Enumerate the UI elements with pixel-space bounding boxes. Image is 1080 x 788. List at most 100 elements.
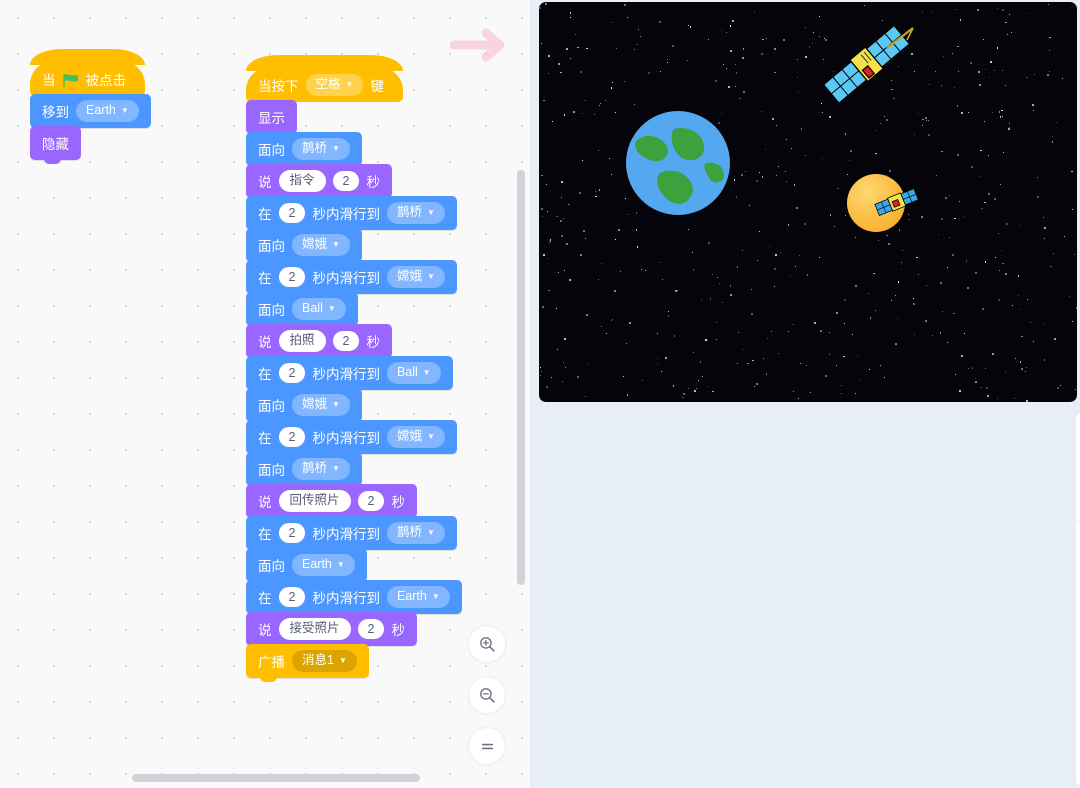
block-dropdown[interactable]: Ball ▼: [292, 298, 346, 320]
zoom-controls[interactable]: [468, 625, 506, 778]
block-dropdown[interactable]: 空格 ▼: [305, 74, 364, 96]
stack-block[interactable]: 移到 Earth ▼: [30, 94, 151, 132]
stack-block[interactable]: 在 2 秒内滑行到 嫦娥 ▼: [246, 260, 457, 298]
block-number-input[interactable]: 2: [278, 587, 306, 607]
code-workspace[interactable]: 当被点击 移到 Earth ▼ 隐藏 当按下 空格 ▼ 键显示 面向 鹊桥 ▼ 说指令 2 秒在 2 秒内滑行…: [0, 0, 530, 788]
stack-block[interactable]: 说接受照片 2 秒: [246, 612, 417, 650]
block-text-input[interactable]: 指令: [278, 170, 326, 192]
block-label: 面向: [258, 463, 285, 478]
block-number-input[interactable]: 2: [332, 171, 360, 191]
block-label: 显示: [258, 111, 285, 126]
block-dropdown[interactable]: 消息1 ▼: [292, 650, 357, 672]
block-label: 在: [258, 591, 272, 606]
stack-block[interactable]: 面向 嫦娥 ▼: [246, 228, 362, 266]
block-label: 在: [258, 207, 272, 222]
block-dropdown[interactable]: 嫦娥 ▼: [292, 234, 350, 256]
block-number-input[interactable]: 2: [278, 267, 306, 287]
block-number-input[interactable]: 2: [332, 331, 360, 351]
block-label: 说: [258, 623, 272, 638]
chevron-down-icon: ▼: [345, 80, 354, 89]
dropdown-value: Earth: [86, 103, 116, 118]
stack-block[interactable]: 显示: [246, 100, 297, 138]
zoom-out-button[interactable]: [468, 676, 506, 714]
block-dropdown[interactable]: 鹊桥 ▼: [292, 458, 350, 480]
block-dropdown[interactable]: 嫦娥 ▼: [386, 266, 445, 288]
block-dropdown[interactable]: Earth ▼: [76, 100, 139, 122]
workspace-horizontal-scrollbar[interactable]: [132, 774, 420, 782]
block-label: 秒: [391, 623, 405, 638]
block-label: 说: [258, 175, 272, 190]
chevron-down-icon: ▼: [426, 528, 435, 537]
block-dropdown[interactable]: Earth ▼: [292, 554, 355, 576]
block-label: 面向: [258, 303, 285, 318]
block-number-input[interactable]: 2: [278, 427, 306, 447]
stack-block[interactable]: 在 2 秒内滑行到 嫦娥 ▼: [246, 420, 457, 458]
dropdown-value: Earth: [302, 557, 332, 572]
stack-block[interactable]: 说回传照片 2 秒: [246, 484, 417, 522]
stage-region: 角色 Arrow1 x -126 y -69 显示: [536, 0, 1080, 788]
block-label: 秒内滑行到: [312, 207, 380, 222]
stack-block[interactable]: 面向 Earth ▼: [246, 548, 367, 586]
block-label: 在: [258, 271, 272, 286]
block-label: 在: [258, 367, 272, 382]
zoom-reset-button[interactable]: [468, 727, 506, 765]
stack-block[interactable]: 在 2 秒内滑行到 Ball ▼: [246, 356, 453, 394]
chevron-down-icon: ▼: [120, 106, 129, 115]
scratch-editor: 当被点击 移到 Earth ▼ 隐藏 当按下 空格 ▼ 键显示 面向 鹊桥 ▼ 说指令 2 秒在 2 秒内滑行…: [0, 0, 1080, 788]
block-number-input[interactable]: 2: [357, 491, 385, 511]
block-dropdown[interactable]: 鹊桥 ▼: [386, 202, 445, 224]
stack-block[interactable]: 面向 嫦娥 ▼: [246, 388, 362, 426]
block-number-input[interactable]: 2: [357, 619, 385, 639]
zoom-out-icon: [479, 687, 495, 703]
block-label: 当按下: [258, 79, 299, 94]
stack-block[interactable]: 广播 消息1 ▼: [246, 644, 369, 682]
stage-sprite-queqiao[interactable]: [817, 10, 929, 135]
script-key-pressed[interactable]: 当按下 空格 ▼ 键显示 面向 鹊桥 ▼ 说指令 2 秒在 2 秒内滑行到 鹊桥 ▼ 面向 嫦娥 ▼ 在 2 秒内滑行…: [246, 55, 462, 682]
zoom-in-button[interactable]: [468, 625, 506, 663]
block-label: 面向: [258, 239, 285, 254]
block-label: 说: [258, 495, 272, 510]
chevron-down-icon: ▼: [338, 656, 347, 665]
block-dropdown[interactable]: 鹊桥 ▼: [292, 138, 350, 160]
stack-block[interactable]: 说指令 2 秒: [246, 164, 392, 202]
block-nub: [260, 677, 277, 682]
stack-block[interactable]: 在 2 秒内滑行到 鹊桥 ▼: [246, 196, 457, 234]
script-green-flag[interactable]: 当 被点击 移到 Earth ▼ 隐藏: [30, 49, 151, 164]
stage-canvas[interactable]: [539, 2, 1077, 402]
stack-block[interactable]: 在 2 秒内滑行到 鹊桥 ▼: [246, 516, 457, 554]
hat-block[interactable]: 当按下 空格 ▼ 键: [246, 55, 403, 102]
block-dropdown[interactable]: Ball ▼: [386, 362, 441, 384]
block-label: 秒内滑行到: [312, 271, 380, 286]
block-label: 当: [42, 73, 56, 88]
block-dropdown[interactable]: 嫦娥 ▼: [386, 426, 445, 448]
zoom-in-icon: [479, 636, 495, 652]
sprite-selector-list[interactable]: EarthBall鹊桥✕Arrow1嫦娥照片: [1075, 522, 1080, 788]
block-label: 秒内滑行到: [312, 591, 380, 606]
block-text-input[interactable]: 拍照: [278, 330, 326, 352]
stack-block[interactable]: 面向 Ball ▼: [246, 292, 358, 330]
chevron-down-icon: ▼: [327, 304, 336, 313]
stack-block[interactable]: 在 2 秒内滑行到 Earth ▼: [246, 580, 462, 618]
stage-sprite-earth[interactable]: [626, 111, 731, 216]
stage-sprite-change[interactable]: [874, 182, 920, 224]
workspace-vertical-scrollbar[interactable]: [517, 170, 525, 585]
block-number-input[interactable]: 2: [278, 203, 306, 223]
dropdown-value: 鹊桥: [302, 141, 328, 156]
stack-block[interactable]: 面向 鹊桥 ▼: [246, 132, 362, 170]
hat-block[interactable]: 当 被点击: [30, 49, 145, 96]
block-number-input[interactable]: 2: [278, 523, 306, 543]
block-dropdown[interactable]: Earth ▼: [386, 586, 450, 608]
block-dropdown[interactable]: 嫦娥 ▼: [292, 394, 350, 416]
block-text-input[interactable]: 接受照片: [278, 618, 351, 640]
stack-block[interactable]: 隐藏: [30, 126, 81, 164]
block-label: 说: [258, 335, 272, 350]
block-number-input[interactable]: 2: [278, 363, 306, 383]
equals-icon: [481, 743, 493, 749]
dropdown-value: 空格: [315, 77, 341, 92]
block-text-input[interactable]: 回传照片: [278, 490, 351, 512]
block-dropdown[interactable]: 鹊桥 ▼: [386, 522, 445, 544]
block-label: 被点击: [85, 73, 127, 88]
chevron-down-icon: ▼: [332, 144, 340, 153]
stack-block[interactable]: 说拍照 2 秒: [246, 324, 392, 362]
stack-block[interactable]: 面向 鹊桥 ▼: [246, 452, 362, 490]
